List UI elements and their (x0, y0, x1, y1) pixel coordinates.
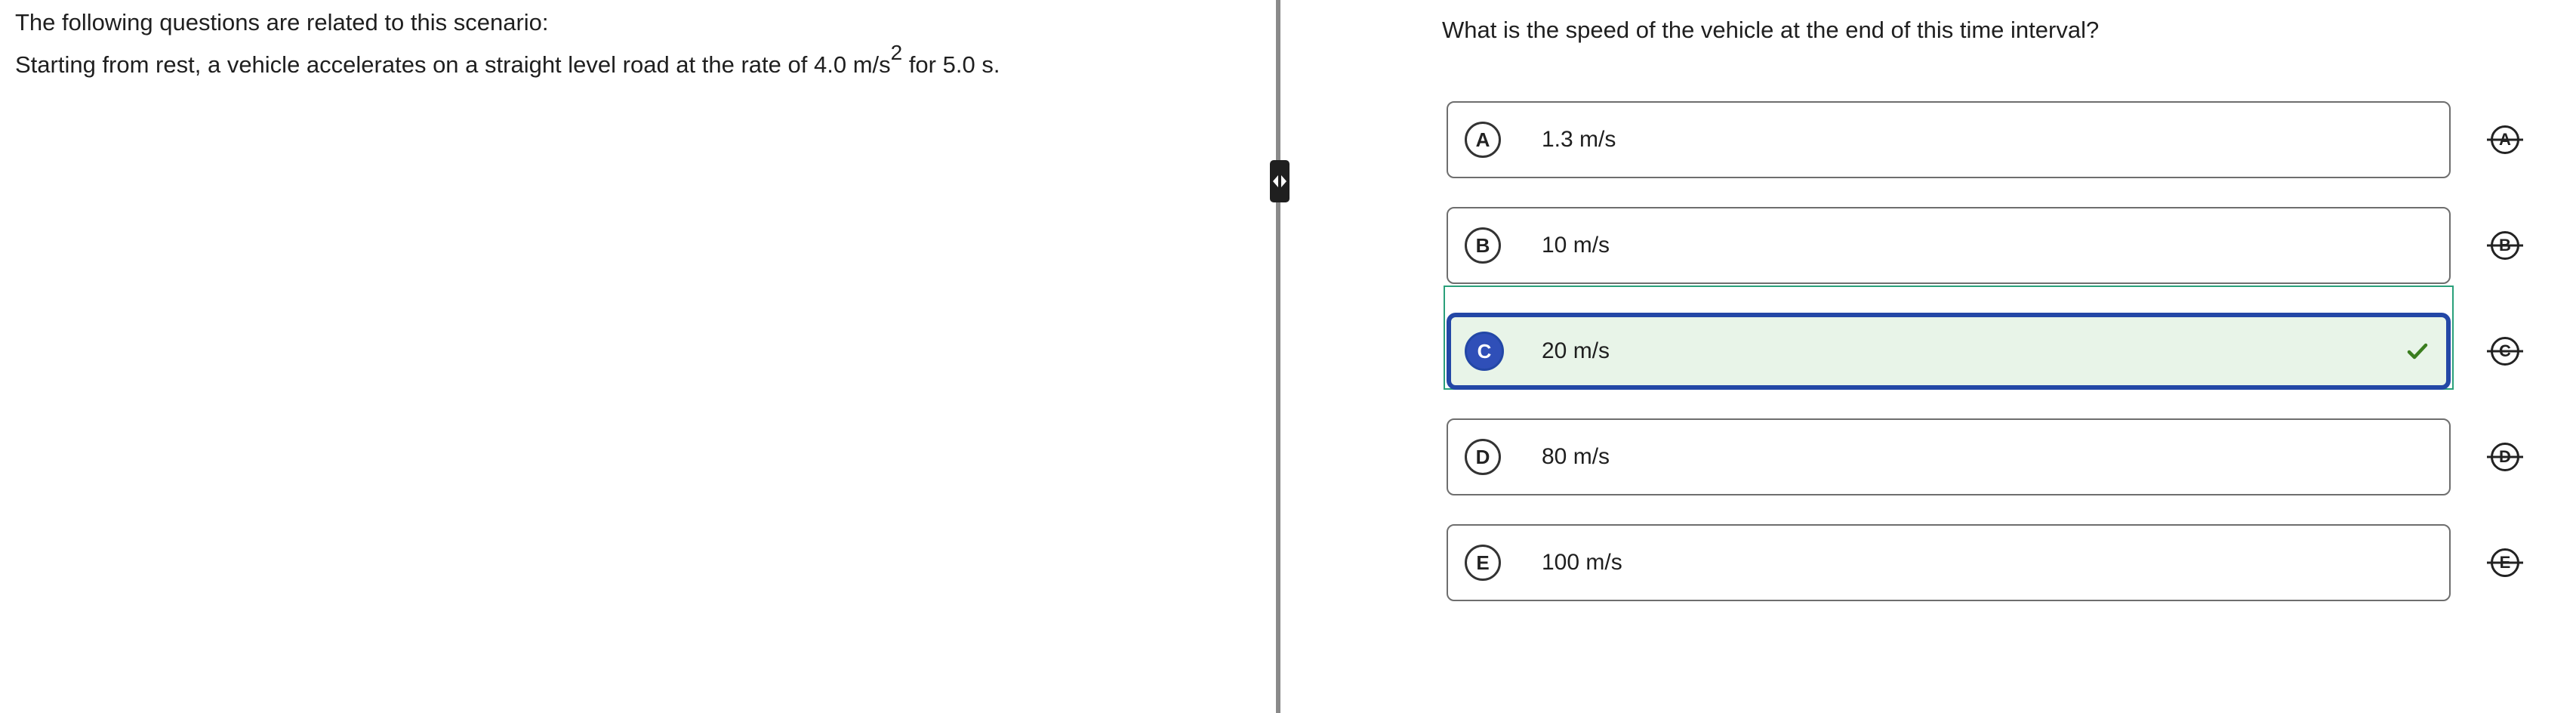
strikeout-letter-icon: C (2487, 337, 2523, 366)
option-text: 1.3 m/s (1542, 127, 1616, 152)
question-stem: What is the speed of the vehicle at the … (1442, 17, 2100, 43)
option-text: 80 m/s (1542, 444, 1610, 469)
answer-option-d[interactable]: D 80 m/s (1447, 418, 2451, 495)
strikeout-button-c[interactable]: C (2486, 332, 2524, 370)
option-letter-badge: C (1465, 332, 1504, 371)
strikeout-button-e[interactable]: E (2486, 544, 2524, 582)
passage-pane: The following questions are related to t… (0, 0, 1276, 713)
passage-intro: The following questions are related to t… (15, 9, 549, 35)
checkmark-icon (2407, 343, 2428, 360)
answer-option-a[interactable]: A 1.3 m/s (1447, 101, 2451, 178)
option-letter-badge: E (1465, 545, 1501, 581)
option-text: 10 m/s (1542, 233, 1610, 258)
strikeout-button-a[interactable]: A (2486, 121, 2524, 159)
strikeout-letter-icon: A (2487, 125, 2523, 154)
scenario-text-end: for 5.0 s. (902, 51, 1000, 78)
strikeout-button-d[interactable]: D (2486, 438, 2524, 476)
strikeout-button-b[interactable]: B (2486, 227, 2524, 264)
strikeout-letter-icon: E (2487, 548, 2523, 577)
answer-option-b[interactable]: B 10 m/s (1447, 207, 2451, 284)
test-window: The following questions are related to t… (0, 0, 2576, 713)
answer-option-e[interactable]: E 100 m/s (1447, 524, 2451, 601)
option-letter-badge: B (1465, 227, 1501, 264)
scenario-exponent: 2 (890, 40, 903, 64)
strikeout-letter-icon: D (2487, 443, 2523, 471)
answer-option-c[interactable]: C 20 m/s (1447, 313, 2451, 390)
option-text: 20 m/s (1542, 338, 1610, 363)
passage-scenario: Starting from rest, a vehicle accelerate… (15, 42, 1261, 82)
question-pane: What is the speed of the vehicle at the … (1280, 0, 2576, 713)
option-text: 100 m/s (1542, 550, 1622, 575)
strikeout-letter-icon: B (2487, 231, 2523, 260)
scenario-text-start: Starting from rest, a vehicle accelerate… (15, 51, 891, 78)
option-letter-badge: D (1465, 439, 1501, 475)
option-letter-badge: A (1465, 122, 1501, 158)
